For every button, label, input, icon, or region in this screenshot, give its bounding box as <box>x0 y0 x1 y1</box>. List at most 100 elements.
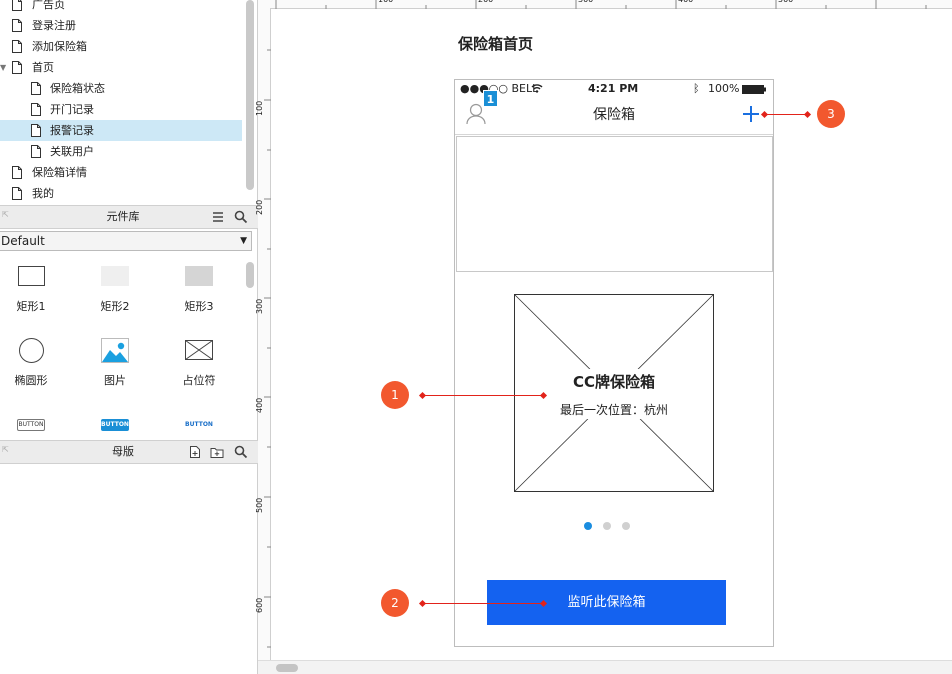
image-icon <box>101 338 129 363</box>
gray-rectangle-icon <box>185 266 213 286</box>
page-icon <box>12 187 22 200</box>
library-scrollbar[interactable] <box>246 262 254 288</box>
ruler-tick-label: 100 <box>378 0 393 4</box>
sitemap-item-alarm-log[interactable]: 报警记录 <box>0 120 242 141</box>
sitemap-item-label: 保险箱状态 <box>50 82 105 95</box>
annotation-connector-end <box>803 110 812 119</box>
sitemap-item-mine[interactable]: 我的 <box>0 183 242 204</box>
sitemap-item-safe-detail[interactable]: 保险箱详情 <box>0 162 242 183</box>
widget-label: 矩形3 <box>184 300 214 313</box>
page-icon <box>12 19 22 32</box>
library-select-value: Default <box>1 234 45 248</box>
ruler-tick-label: 400 <box>678 0 693 4</box>
ruler-tick-label: 500 <box>778 0 793 4</box>
sitemap-item-ad[interactable]: 广告页 <box>0 0 242 15</box>
horizontal-ruler: 100 200 300 400 500 <box>270 0 952 9</box>
chevron-down-icon: ▼ <box>240 236 247 246</box>
sitemap-item-label: 首页 <box>32 61 54 74</box>
widget-label: 图片 <box>104 374 126 387</box>
nav-bar: 1 保险箱 <box>455 90 773 135</box>
carrier-label: ●●●○○ BELL <box>460 82 539 95</box>
ruler-tick-label: 300 <box>578 0 593 4</box>
search-icon[interactable] <box>234 445 248 459</box>
sitemap-item-label: 关联用户 <box>50 145 94 158</box>
ruler-tick-label: 300 <box>255 298 264 314</box>
sitemap-panel: 广告页 登录注册 添加保险箱 ▼ 首页 保险箱状态 开门记录 报警记录 关联用户… <box>0 0 258 205</box>
add-master-icon[interactable] <box>188 445 202 459</box>
sitemap-item-add-safe[interactable]: 添加保险箱 <box>0 36 242 57</box>
widget-label: 椭圆形 <box>14 374 48 387</box>
annotation-connector-end <box>418 599 427 608</box>
widget-label: 占位符 <box>182 374 216 387</box>
library-title: 元件库 <box>106 210 140 223</box>
card-title: CC牌保险箱 <box>572 373 656 391</box>
page-title: 保险箱首页 <box>458 35 534 53</box>
expand-arrow-icon[interactable]: ▼ <box>0 57 6 78</box>
ruler-tick-label: 400 <box>255 397 264 413</box>
ruler-tick-label: 200 <box>255 199 264 215</box>
button-widget[interactable]: BUTTON <box>17 419 45 431</box>
page-icon <box>12 61 22 74</box>
add-folder-icon[interactable] <box>210 445 224 459</box>
rectangle-icon <box>18 266 45 286</box>
carousel-dot[interactable] <box>622 522 630 530</box>
widget-rectangle1[interactable]: 矩形1 <box>1 266 61 316</box>
sitemap-item-safe-status[interactable]: 保险箱状态 <box>0 78 242 99</box>
horizontal-scrollbar[interactable] <box>258 660 952 674</box>
sitemap-item-linked-users[interactable]: 关联用户 <box>0 141 242 162</box>
annotation-marker-2[interactable]: 2 <box>381 589 409 617</box>
phone-mockup: ●●●○○ BELL 4:21 PM ᛒ 100% 1 保险箱 CC牌保险箱 最… <box>454 79 774 647</box>
battery-label: 100% <box>708 82 740 95</box>
widget-label: 矩形1 <box>16 300 46 313</box>
carousel-dot-active[interactable] <box>584 522 592 530</box>
card-subtitle: 最后一次位置：杭州 <box>559 403 668 417</box>
page-icon <box>12 40 22 53</box>
widget-label: 矩形2 <box>100 300 130 313</box>
time-label: 4:21 PM <box>588 82 639 95</box>
annotation-marker-1[interactable]: 1 <box>381 381 409 409</box>
add-icon[interactable] <box>742 105 760 123</box>
wifi-icon <box>531 84 543 93</box>
vertical-ruler: 100 200 300 400 500 600 <box>255 0 271 660</box>
page-icon <box>31 103 41 116</box>
widget-ellipse[interactable]: 椭圆形 <box>1 338 61 388</box>
left-panel: 广告页 登录注册 添加保险箱 ▼ 首页 保险箱状态 开门记录 报警记录 关联用户… <box>0 0 258 674</box>
light-rectangle-icon <box>101 266 129 286</box>
annotation-connector-end <box>418 391 427 400</box>
annotation-marker-3[interactable]: 3 <box>817 100 845 128</box>
battery-icon <box>742 85 766 94</box>
sitemap-item-home[interactable]: ▼ 首页 <box>0 57 242 78</box>
annotation-connector <box>765 114 807 115</box>
scrollbar-thumb[interactable] <box>276 664 298 672</box>
link-button-widget[interactable]: BUTTON <box>184 419 214 431</box>
sitemap-item-label: 保险箱详情 <box>32 166 87 179</box>
menu-icon[interactable] <box>211 210 225 224</box>
sitemap-item-door-log[interactable]: 开门记录 <box>0 99 242 120</box>
sitemap-scrollbar[interactable] <box>246 0 254 190</box>
annotation-connector <box>423 603 543 604</box>
nav-title: 保险箱 <box>593 107 635 123</box>
widget-rectangle2[interactable]: 矩形2 <box>85 266 145 316</box>
widget-placeholder[interactable]: 占位符 <box>169 338 229 388</box>
ruler-tick-label: 100 <box>255 100 264 116</box>
ruler-tick-label: 500 <box>255 497 264 513</box>
sitemap-item-label: 添加保险箱 <box>32 40 87 53</box>
widget-image[interactable]: 图片 <box>85 338 145 388</box>
sitemap-item-label: 我的 <box>32 187 54 200</box>
status-bar: ●●●○○ BELL 4:21 PM ᛒ 100% <box>455 80 773 99</box>
page-icon <box>31 82 41 95</box>
placeholder-icon <box>185 340 213 360</box>
sitemap-item-label: 开门记录 <box>50 103 94 116</box>
masters-header: ⇱ 母版 <box>0 440 258 464</box>
sitemap-item-label: 广告页 <box>32 0 65 11</box>
page-icon <box>12 0 22 11</box>
search-icon[interactable] <box>234 210 248 224</box>
carousel-dot[interactable] <box>603 522 611 530</box>
sitemap-item-login[interactable]: 登录注册 <box>0 15 242 36</box>
library-select[interactable]: Default ▼ <box>0 231 252 251</box>
page-icon <box>12 166 22 179</box>
primary-button-widget[interactable]: BUTTON <box>101 419 129 431</box>
page-icon <box>31 124 41 137</box>
widget-rectangle3[interactable]: 矩形3 <box>169 266 229 316</box>
ruler-tick-label: 600 <box>255 597 264 613</box>
